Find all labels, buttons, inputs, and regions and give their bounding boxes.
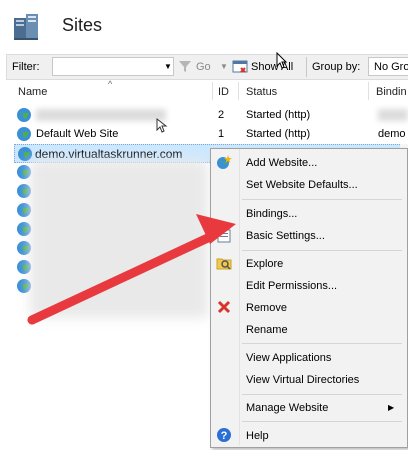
site-name: Default Web Site <box>36 128 119 140</box>
table-row[interactable]: Default Web Site 1 Started (http) demo <box>14 125 408 144</box>
explore-folder-icon <box>216 258 232 270</box>
globe-icon <box>17 127 31 141</box>
go-label: Go <box>196 61 211 73</box>
add-website-icon <box>217 155 232 169</box>
toolbar-separator <box>306 57 307 77</box>
menu-item-help[interactable]: Help <box>246 430 269 442</box>
redacted-binding <box>378 109 408 121</box>
menu-item-view-virtual-directories[interactable]: View Virtual Directories <box>246 374 359 386</box>
menu-separator <box>242 250 402 251</box>
group-by-label: Group by: <box>312 61 361 73</box>
sites-server-icon <box>14 14 38 40</box>
menu-item-remove[interactable]: Remove <box>246 302 287 314</box>
column-header-id[interactable]: ID <box>218 86 229 98</box>
context-menu-icon-gutter <box>211 149 240 445</box>
redacted-site-name <box>36 109 166 121</box>
filter-input[interactable] <box>52 57 174 76</box>
group-by-select[interactable]: No Gro <box>368 57 408 76</box>
column-separator[interactable] <box>212 82 213 100</box>
help-icon: ? <box>217 428 231 442</box>
svg-text:?: ? <box>221 430 228 442</box>
menu-item-manage-website[interactable]: Manage Website <box>246 402 328 414</box>
page-title: Sites <box>62 15 103 35</box>
site-status: Started (http) <box>246 109 311 121</box>
basic-settings-icon <box>217 229 231 243</box>
menu-item-explore[interactable]: Explore <box>246 258 283 270</box>
site-status: Started (http) <box>246 128 311 140</box>
submenu-arrow-icon: ▶ <box>388 403 395 412</box>
menu-item-add-website[interactable]: Add Website... <box>246 157 317 169</box>
go-dropdown-icon[interactable]: ▼ <box>220 62 228 71</box>
menu-item-rename[interactable]: Rename <box>246 324 288 336</box>
remove-x-icon <box>217 300 231 314</box>
menu-separator <box>242 343 402 344</box>
column-header-name[interactable]: Name <box>18 86 47 98</box>
menu-separator <box>242 394 402 395</box>
column-header-status[interactable]: Status <box>246 86 277 98</box>
site-binding: demo <box>378 128 406 140</box>
menu-item-bindings[interactable]: Bindings... <box>246 208 297 220</box>
globe-icon <box>17 108 31 122</box>
menu-item-set-website-defaults[interactable]: Set Website Defaults... <box>246 179 358 191</box>
column-separator[interactable] <box>238 82 239 100</box>
site-name: demo.virtualtaskrunner.com <box>35 147 183 161</box>
site-id: 1 <box>218 128 225 140</box>
column-header-binding[interactable]: Bindin <box>376 86 407 98</box>
menu-item-edit-permissions[interactable]: Edit Permissions... <box>246 280 337 292</box>
funnel-icon <box>179 61 191 72</box>
mouse-cursor-icon <box>276 52 288 69</box>
table-row[interactable]: 2 Started (http) <box>14 106 408 125</box>
menu-item-view-applications[interactable]: View Applications <box>246 352 331 364</box>
sort-ascending-icon: ^ <box>108 79 113 89</box>
redacted-area <box>30 160 208 318</box>
filter-label: Filter: <box>12 61 40 73</box>
mouse-cursor-icon <box>156 118 168 133</box>
menu-item-basic-settings[interactable]: Basic Settings... <box>246 230 325 242</box>
menu-separator <box>242 421 402 422</box>
site-id: 2 <box>218 109 225 121</box>
show-all-icon <box>232 60 248 73</box>
filter-dropdown-icon[interactable]: ▼ <box>164 62 172 71</box>
column-separator[interactable] <box>368 82 369 100</box>
menu-separator <box>242 199 402 200</box>
